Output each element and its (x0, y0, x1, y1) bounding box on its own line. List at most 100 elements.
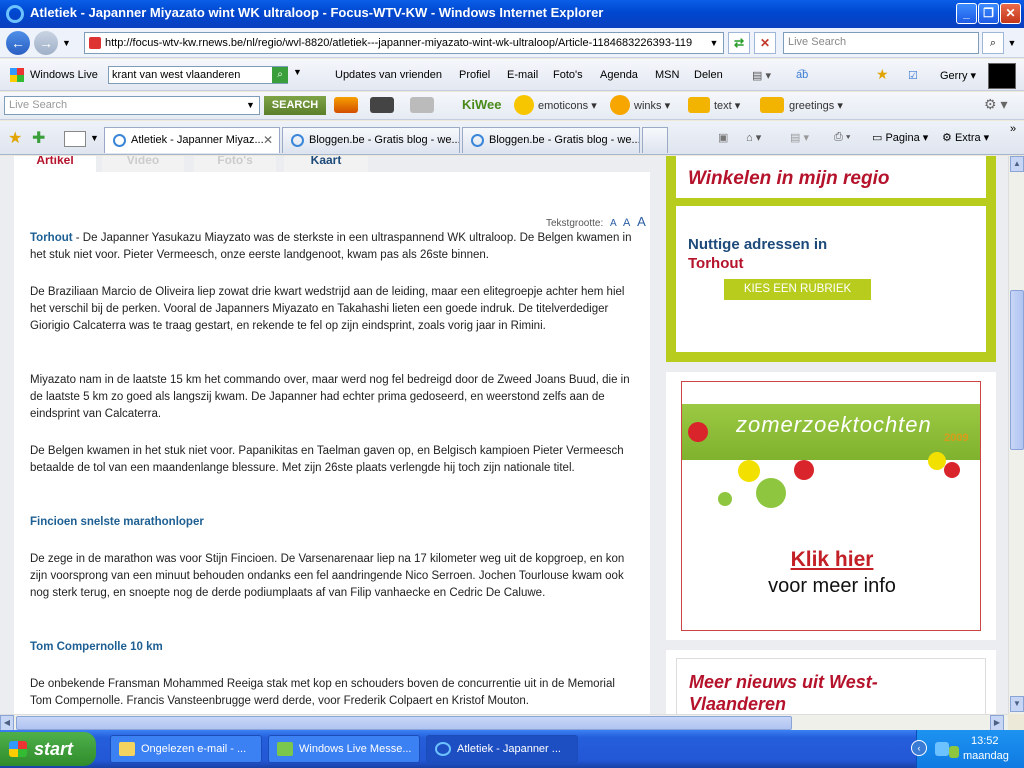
wl-msn-link[interactable]: MSN (655, 69, 679, 81)
home-icon[interactable]: ⌂ ▾ (746, 131, 761, 144)
tab-list-dropdown[interactable]: ▼ (90, 133, 99, 143)
wl-share-link[interactable]: Delen (694, 69, 723, 81)
show-hidden-icons-button[interactable]: ‹ (911, 740, 927, 756)
minimize-button[interactable]: _ (956, 3, 977, 24)
tab-fotos[interactable]: Foto's (194, 156, 276, 172)
text-size-control: Tekstgrootte: A A A (546, 214, 646, 229)
vertical-scroll-thumb[interactable] (1010, 290, 1024, 450)
shop-box: Winkelen in mijn regio (676, 156, 986, 198)
wl-photos-link[interactable]: Foto's (553, 69, 583, 81)
scroll-right-arrow-icon[interactable]: ▶ (990, 715, 1004, 731)
wl-profile-link[interactable]: Profiel (459, 69, 490, 81)
wl-search-dropdown[interactable]: ▼ (293, 67, 302, 77)
newspaper-icon[interactable] (410, 97, 434, 113)
feeds-icon[interactable]: ▤ ▾ (790, 131, 809, 144)
live-search-input[interactable]: Live Search (783, 32, 979, 54)
text-size-small[interactable]: A (610, 218, 616, 229)
favorites-center-icon[interactable]: ★ (8, 128, 22, 148)
search-options-dropdown[interactable]: ▼ (1005, 32, 1019, 54)
wl-search-input[interactable]: krant van west vlaanderen (108, 66, 288, 84)
task-atletiek[interactable]: Atletiek - Japanner ... (426, 735, 578, 763)
tab-kaart[interactable]: Kaart (284, 156, 368, 172)
camera-icon[interactable] (370, 97, 394, 113)
tab-artikel[interactable]: Artikel (14, 156, 96, 172)
emoticons-menu[interactable]: emoticons ▾ (538, 99, 597, 112)
research-icon[interactable]: ▣ (718, 131, 728, 144)
task-label: Windows Live Messe... (299, 743, 412, 755)
tab-bloggen-1[interactable]: Bloggen.be - Gratis blog - we... (282, 127, 460, 153)
new-tab-button[interactable] (642, 127, 668, 153)
address-field[interactable]: http://focus-wtv-kw.rnews.be/nl/regio/wv… (84, 32, 724, 54)
kiwee-logo[interactable]: KiWee (462, 97, 502, 112)
text-menu[interactable]: text ▾ (714, 99, 740, 112)
clock-time[interactable]: 13:52 (971, 735, 999, 747)
window-title: Atletiek - Japanner Miyazato wint WK ult… (30, 5, 604, 20)
favorites-star-icon[interactable]: ★ (876, 66, 889, 83)
back-button[interactable]: ← (6, 31, 30, 55)
user-name-label: Gerry (940, 70, 968, 82)
vertical-scrollbar[interactable]: ▲ ▼ (1008, 156, 1024, 714)
windows-live-brand[interactable]: Windows Live (30, 69, 98, 81)
zomerzoektochten-ad[interactable]: zomerzoektochten 2009 Klik hier voor mee… (681, 381, 981, 631)
article-location: Torhout (30, 232, 73, 244)
address-dropdown-icon[interactable]: ▼ (707, 35, 721, 51)
wl-tools-icon[interactable]: ▤ ▾ (752, 69, 771, 82)
print-icon[interactable]: ⎙ ▾ (834, 131, 850, 144)
greetings-menu[interactable]: greetings ▾ (789, 99, 843, 112)
ad-klik-hier-link[interactable]: Klik hier (682, 548, 980, 572)
task-email[interactable]: Ongelezen e-mail - ... (110, 735, 262, 763)
close-tab-icon[interactable]: ✕ (263, 133, 273, 147)
network-icon[interactable] (935, 742, 949, 756)
start-button[interactable]: start (0, 732, 96, 766)
add-favorite-icon[interactable]: ✚ (32, 128, 45, 148)
stop-button[interactable]: ✕ (754, 32, 776, 54)
sunset-icon[interactable] (334, 97, 358, 113)
wl-search-go-button[interactable]: ⌕ (272, 67, 288, 83)
flower-icon (688, 422, 708, 442)
ls-search-button[interactable]: SEARCH (264, 96, 326, 115)
scroll-up-arrow-icon[interactable]: ▲ (1010, 156, 1024, 172)
checklist-icon[interactable]: ☑ (908, 69, 918, 82)
quick-tabs-icon[interactable] (64, 131, 86, 147)
tab-bloggen-2[interactable]: Bloggen.be - Gratis blog - we... (462, 127, 640, 153)
scroll-corner (1008, 714, 1024, 730)
history-dropdown[interactable]: ▼ (62, 38, 71, 48)
user-name[interactable]: Gerry ▾ (940, 69, 976, 82)
scroll-down-arrow-icon[interactable]: ▼ (1010, 696, 1024, 712)
search-button[interactable]: ⌕ (982, 32, 1004, 54)
start-label: start (34, 739, 74, 759)
horizontal-scrollbar[interactable]: ◀ ▶ (0, 714, 1008, 731)
flower-icon (738, 460, 760, 482)
tab-atletiek[interactable]: Atletiek - Japanner Miyaz... ✕ (104, 127, 280, 153)
more-commands-icon[interactable]: » (1010, 123, 1016, 135)
winks-menu[interactable]: winks ▾ (634, 99, 670, 112)
tab-video[interactable]: Video (102, 156, 184, 172)
wl-email-link[interactable]: E-mail (507, 69, 538, 81)
flower-icon (944, 462, 960, 478)
translate-icon[interactable]: a͡b (796, 69, 808, 81)
ls-search-input[interactable]: Live Search (4, 96, 260, 115)
scroll-left-arrow-icon[interactable]: ◀ (0, 715, 14, 731)
messenger-tray-icon[interactable] (949, 746, 959, 758)
close-button[interactable]: ✕ (1000, 3, 1021, 24)
more-news-heading[interactable]: Meer nieuws uit West-Vlaanderen (689, 671, 949, 714)
page-menu[interactable]: ▭ Pagina ▾ (872, 131, 928, 144)
kies-rubriek-button[interactable]: KIES EEN RUBRIEK (724, 279, 871, 300)
extra-menu[interactable]: ⚙ Extra ▾ (942, 131, 989, 144)
task-messenger[interactable]: Windows Live Messe... (268, 735, 420, 763)
flower-icon (756, 478, 786, 508)
refresh-button[interactable]: ⇄ (728, 32, 750, 54)
gear-icon[interactable]: ⚙ ▾ (984, 96, 1007, 113)
text-size-large[interactable]: A (637, 214, 646, 229)
forward-button[interactable]: → (34, 31, 58, 55)
shop-heading[interactable]: Winkelen in mijn regio (688, 168, 889, 190)
user-avatar[interactable] (988, 63, 1016, 89)
ls-dropdown[interactable]: ▼ (246, 100, 255, 110)
flower-icon (718, 492, 732, 506)
horizontal-scroll-thumb[interactable] (16, 716, 792, 730)
wl-agenda-link[interactable]: Agenda (600, 69, 638, 81)
windows-live-toolbar: Windows Live krant van west vlaanderen ⌕… (0, 59, 1024, 91)
text-size-medium[interactable]: A (623, 217, 630, 229)
maximize-button[interactable]: ❐ (978, 3, 999, 24)
wl-updates-link[interactable]: Updates van vrienden (335, 69, 442, 81)
